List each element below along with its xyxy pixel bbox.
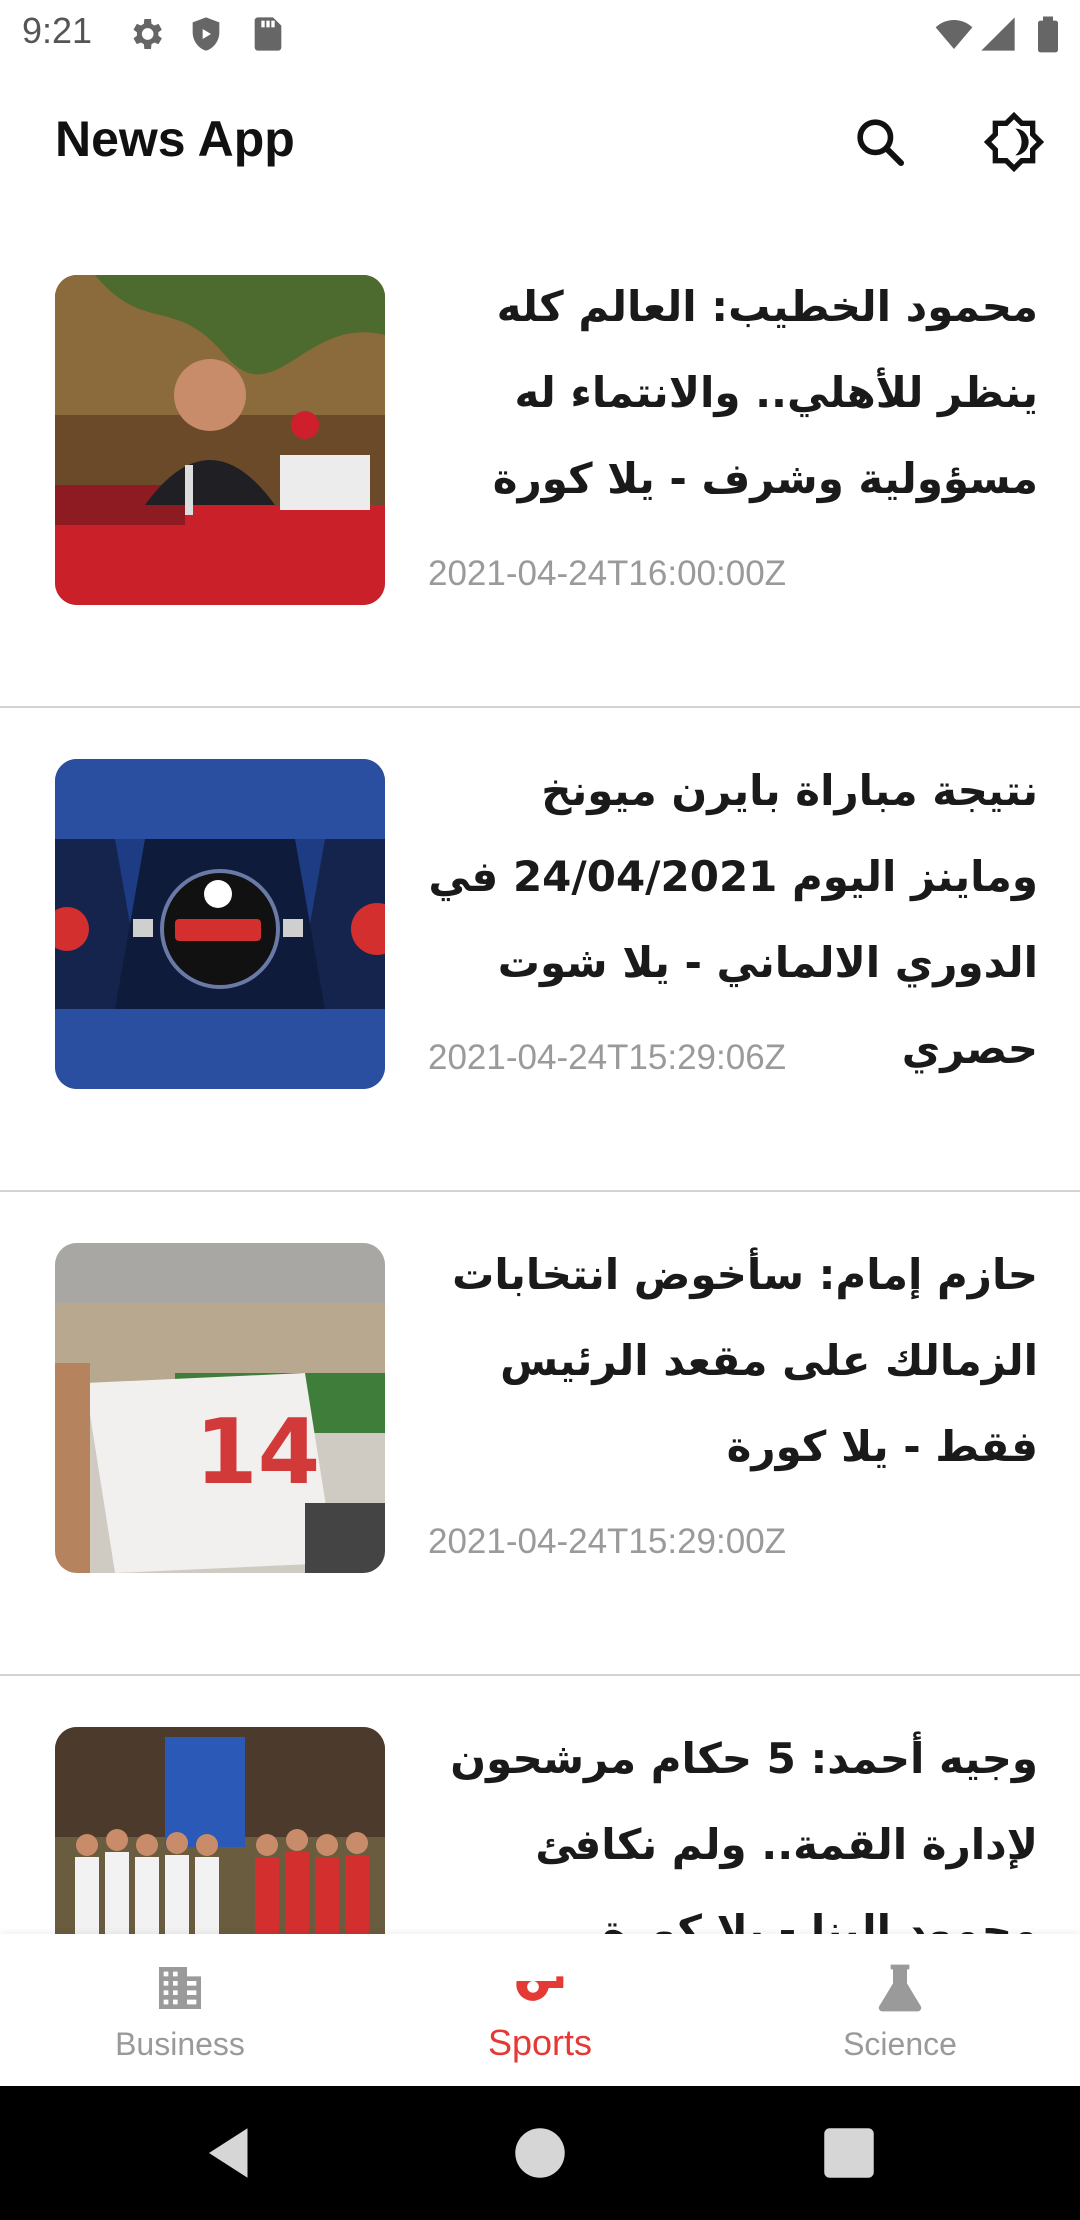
nav-label-sports: Sports [487,2022,593,2063]
signal-icon [981,17,1015,51]
shield-icon [192,17,220,51]
sd-card-icon [254,17,282,51]
building-icon [159,1967,201,2009]
news-title: وجيه أحمد: 5 حكام مرشحون لإدارة القمة.. … [450,1734,1038,1934]
nav-label-science: Science [843,2026,957,2062]
system-navigation-bar [0,2086,1080,2220]
app-title: News App [55,111,295,167]
search-button[interactable] [840,102,920,182]
nav-item-sports[interactable]: Sports [360,1934,720,2086]
news-item[interactable]: 14 حازم إمام: سأخوض انتخابات الزمالك على… [0,1192,1080,1676]
flask-icon [878,1964,922,2012]
whistle-icon [516,1976,564,2001]
brightness-icon [983,111,1045,173]
news-date: 2021-04-24T15:29:00Z [428,1522,787,1561]
news-title: محمود الخطيب: العالم كله ينظر للأهلي.. و… [492,282,1038,503]
nav-label-business: Business [115,2026,245,2062]
news-item[interactable]: محمود الخطيب: العالم كله ينظر للأهلي.. و… [0,224,1080,708]
news-thumbnail: 14 [55,1243,385,1573]
bottom-navigation: Business Sports Science [0,1934,1080,2086]
svg-text:14: 14 [195,1400,320,1505]
news-title: حازم إمام: سأخوض انتخابات الزمالك على مق… [452,1250,1038,1471]
nav-item-science[interactable]: Science [720,1934,1080,2086]
home-icon[interactable] [507,2120,573,2186]
news-thumbnail [55,1727,385,1934]
news-item[interactable]: نتيجة مباراة بايرن ميونخ وماينز اليوم 24… [0,708,1080,1192]
news-date: 2021-04-24T15:29:06Z [428,1038,787,1077]
news-thumbnail [55,275,385,605]
wifi-icon [935,20,973,49]
recents-icon[interactable] [816,2120,882,2186]
search-icon [857,119,905,167]
gear-icon [133,19,162,49]
back-icon[interactable] [198,2120,264,2186]
status-time: 9:21 [22,10,93,51]
theme-toggle-button[interactable] [974,102,1054,182]
battery-icon [1038,16,1058,53]
news-list: محمود الخطيب: العالم كله ينظر للأهلي.. و… [0,224,1080,1934]
news-date: 2021-04-24T16:00:00Z [428,554,787,593]
news-thumbnail [55,759,385,1089]
app-bar: News App [0,66,1080,224]
nav-item-business[interactable]: Business [0,1934,360,2086]
news-item[interactable]: وجيه أحمد: 5 حكام مرشحون لإدارة القمة.. … [0,1676,1080,1934]
status-bar: 9:21 [0,0,1080,66]
